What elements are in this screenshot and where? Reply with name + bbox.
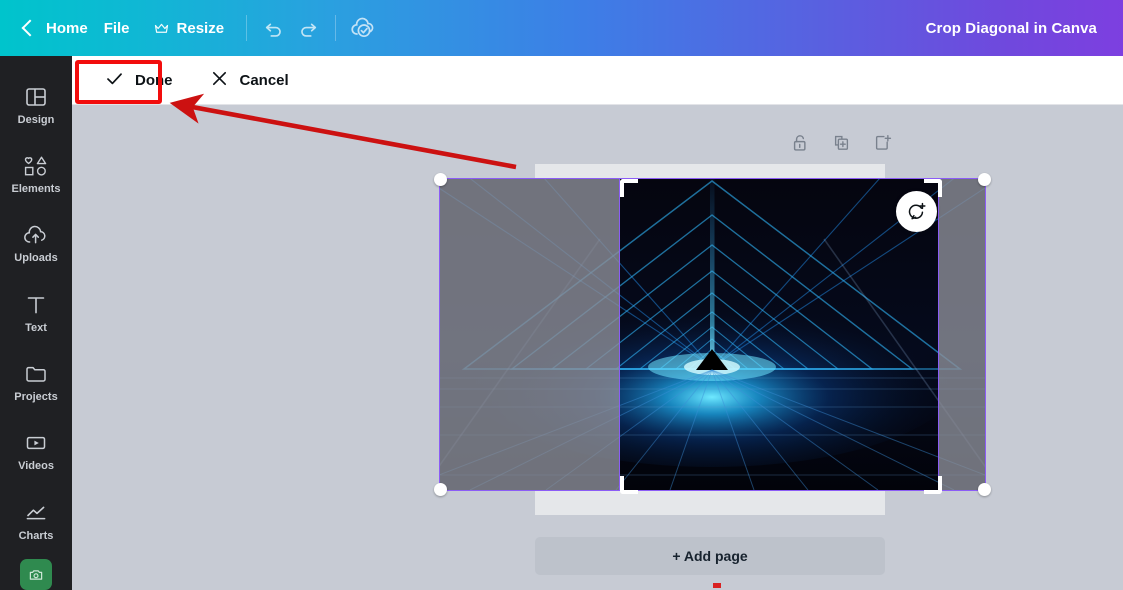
add-page-button[interactable]: + Add page <box>535 537 885 575</box>
file-label: File <box>103 19 130 37</box>
sidebar-item-label: Projects <box>14 390 58 403</box>
add-page-icon[interactable] <box>872 132 892 154</box>
toolbar-divider-2 <box>335 15 337 41</box>
resize-label: Resize <box>176 19 225 37</box>
add-comment-icon[interactable] <box>896 191 937 232</box>
page-action-icons <box>790 132 892 154</box>
crop-handle-top-left[interactable] <box>620 179 638 197</box>
undo-icon[interactable] <box>257 11 291 45</box>
home-back-button[interactable]: Home <box>18 12 92 45</box>
crop-toolbar: Done Cancel <box>72 56 1123 105</box>
annotation-tick-mark <box>713 583 721 588</box>
sidebar-item-label: Videos <box>18 460 54 473</box>
sidebar-item-videos[interactable]: Videos <box>0 417 72 486</box>
text-t-icon <box>24 292 48 318</box>
cloud-upload-icon <box>23 222 49 248</box>
crop-handle-bottom-left[interactable] <box>620 476 638 494</box>
unlock-icon[interactable] <box>790 132 810 154</box>
green-app-icon[interactable] <box>20 559 52 590</box>
crop-handle-bottom-right[interactable] <box>924 476 942 494</box>
cancel-button[interactable]: Cancel <box>199 62 299 99</box>
sidebar-item-text[interactable]: Text <box>0 278 72 347</box>
left-sidebar: Design Elements Uploads Text Projects Vi… <box>0 56 72 590</box>
sidebar-item-label: Text <box>25 321 47 334</box>
resize-handle-bottom-left[interactable] <box>434 483 447 496</box>
close-x-icon <box>209 68 230 93</box>
sidebar-item-label: Charts <box>18 529 54 542</box>
top-header-bar: Home File Resize Crop Diagonal in Canva <box>0 0 1123 56</box>
cloud-check-icon[interactable] <box>346 11 380 45</box>
sidebar-item-projects[interactable]: Projects <box>0 347 72 416</box>
sidebar-item-charts[interactable]: Charts <box>0 486 72 555</box>
shapes-icon <box>23 153 49 179</box>
add-page-label: + Add page <box>672 548 748 564</box>
folder-icon <box>24 361 48 387</box>
sidebar-item-design[interactable]: Design <box>0 70 72 139</box>
duplicate-page-icon[interactable] <box>831 132 851 154</box>
sidebar-item-label: Elements <box>11 182 61 195</box>
check-icon <box>104 68 125 93</box>
canva-editor-window: Home File Resize Crop Diagonal in Canva … <box>0 0 1123 590</box>
layout-panels-icon <box>24 84 48 110</box>
canvas-workspace[interactable]: + Add page <box>72 105 1123 590</box>
redo-icon[interactable] <box>291 11 325 45</box>
resize-button[interactable]: Resize <box>142 12 237 45</box>
video-play-icon <box>24 430 48 456</box>
sidebar-item-label: Design <box>17 113 55 126</box>
sidebar-item-uploads[interactable]: Uploads <box>0 209 72 278</box>
file-menu-button[interactable]: File <box>92 12 142 45</box>
resize-handle-top-left[interactable] <box>434 173 447 186</box>
document-title[interactable]: Crop Diagonal in Canva <box>926 0 1097 56</box>
done-button[interactable]: Done <box>94 62 183 99</box>
crown-icon <box>154 22 169 35</box>
home-label: Home <box>46 19 88 37</box>
chevron-left-icon <box>21 19 39 37</box>
resize-handle-bottom-right[interactable] <box>978 483 991 496</box>
done-label: Done <box>135 71 173 89</box>
top-header-left-group: Home File Resize <box>0 0 380 56</box>
sidebar-item-label: Uploads <box>14 252 58 265</box>
resize-handle-top-right[interactable] <box>978 173 991 186</box>
toolbar-divider-1 <box>246 15 248 41</box>
sidebar-item-elements[interactable]: Elements <box>0 139 72 208</box>
cancel-label: Cancel <box>239 71 289 89</box>
line-chart-icon <box>24 500 48 526</box>
